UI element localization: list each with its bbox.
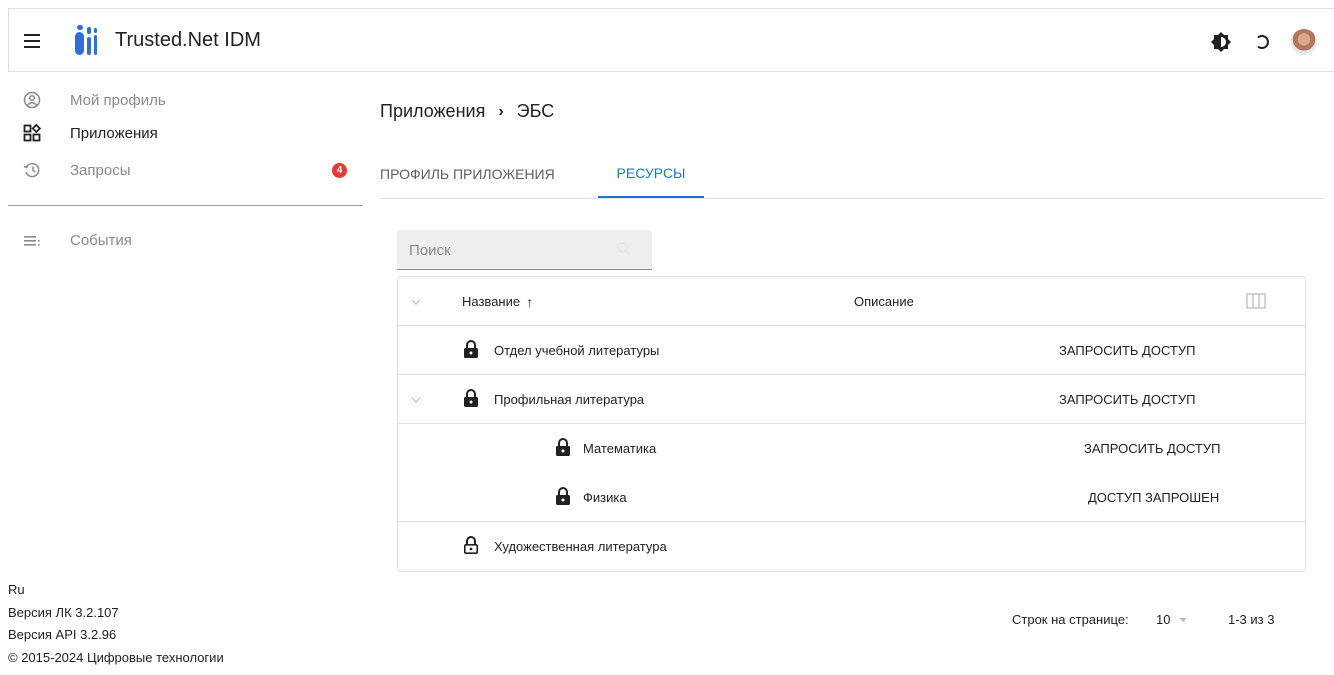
sidebar-item-profile[interactable]: Мой профиль	[8, 83, 363, 117]
request-access-button[interactable]: Запросить доступ	[1059, 375, 1195, 424]
lock-icon	[556, 438, 570, 456]
rows-per-page-select[interactable]: 10	[1156, 612, 1188, 627]
lk-version: Версия ЛК 3.2.107	[8, 604, 119, 620]
pagination-range: 1-3 из 3	[1228, 612, 1275, 627]
sidebar-item-label: Запросы	[70, 161, 131, 179]
resource-name: Художественная литература	[494, 539, 667, 554]
resource-name: Физика	[583, 490, 627, 505]
sidebar-item-requests[interactable]: Запросы 4	[8, 153, 363, 187]
lock-icon	[464, 389, 478, 407]
table-header: Название ↑ Описание	[398, 277, 1305, 326]
rows-per-page-value: 10	[1156, 612, 1171, 627]
resource-name: Отдел учебной литературы	[494, 343, 660, 358]
logout-icon[interactable]	[1251, 31, 1273, 53]
rows-per-page-label: Строк на странице:	[1012, 612, 1129, 627]
app-bar: Trusted.Net IDM	[8, 8, 1334, 72]
tab-resources[interactable]: Ресурсы	[598, 150, 704, 198]
column-name-label: Название	[462, 294, 521, 309]
lock-icon	[464, 340, 478, 358]
copyright: © 2015-2024 Цифровые технологии	[8, 649, 224, 665]
columns-settings-icon[interactable]	[1246, 293, 1266, 309]
app-logo-icon	[75, 25, 97, 55]
search-icon	[617, 242, 631, 256]
history-icon	[23, 162, 40, 178]
avatar[interactable]	[1291, 29, 1317, 55]
breadcrumb-separator: ›	[498, 103, 504, 120]
table-row[interactable]: Отдел учебной литературы Запросить досту…	[398, 326, 1305, 375]
api-version: Версия API 3.2.96	[8, 627, 117, 642]
search-placeholder: Поиск	[409, 242, 451, 259]
table-row[interactable]: Математика Запросить доступ	[398, 424, 1305, 473]
expand-all-chevron-icon[interactable]	[410, 296, 422, 308]
tab-application-profile[interactable]: Профиль приложения	[380, 150, 598, 198]
requests-count-badge: 4	[332, 162, 347, 178]
lock-open-icon	[463, 536, 478, 554]
request-access-button[interactable]: Запросить доступ	[1059, 326, 1195, 375]
lock-icon	[556, 487, 570, 505]
sidebar-footer: Ru Версия ЛК 3.2.107 Версия API 3.2.96 ©…	[8, 579, 224, 669]
table-row[interactable]: Физика Доступ запрошен	[398, 473, 1305, 522]
access-requested-status: Доступ запрошен	[1088, 490, 1220, 505]
language-switch[interactable]: Ru	[8, 579, 224, 602]
sidebar-item-events[interactable]: События	[8, 223, 363, 257]
sidebar: Мой профиль Приложения Запросы 4 События	[8, 73, 363, 675]
theme-toggle-icon[interactable]	[1210, 31, 1232, 53]
table-row[interactable]: Профильная литература Запросить доступ	[398, 375, 1305, 424]
column-header-name[interactable]: Название ↑	[462, 277, 533, 326]
tabs: Профиль приложения Ресурсы	[380, 150, 1324, 199]
breadcrumb-root[interactable]: Приложения	[380, 101, 485, 123]
list-icon	[24, 236, 40, 246]
table-row[interactable]: Художественная литература	[398, 522, 1305, 571]
apps-icon	[23, 124, 41, 142]
request-access-button[interactable]: Запросить доступ	[1084, 424, 1220, 473]
search-input[interactable]: Поиск	[397, 230, 652, 270]
sidebar-item-label: События	[70, 231, 132, 249]
resource-name: Профильная литература	[494, 392, 645, 407]
resource-name: Математика	[583, 441, 657, 456]
breadcrumb: Приложения › ЭБС	[380, 101, 554, 123]
sidebar-divider	[8, 205, 363, 206]
account-circle-icon	[23, 91, 41, 109]
sidebar-item-applications[interactable]: Приложения	[8, 116, 363, 150]
sidebar-item-label: Приложения	[70, 124, 158, 142]
menu-icon[interactable]	[22, 31, 42, 51]
resources-table: Название ↑ Описание Отдел учебной литера…	[397, 276, 1306, 572]
sort-asc-icon: ↑	[526, 293, 534, 310]
chevron-down-icon[interactable]	[410, 394, 422, 406]
dropdown-arrow-icon	[1179, 617, 1188, 622]
sidebar-item-label: Мой профиль	[70, 91, 166, 109]
app-title: Trusted.Net IDM	[115, 29, 261, 51]
column-header-description: Описание	[854, 294, 914, 309]
breadcrumb-current: ЭБС	[516, 101, 555, 121]
